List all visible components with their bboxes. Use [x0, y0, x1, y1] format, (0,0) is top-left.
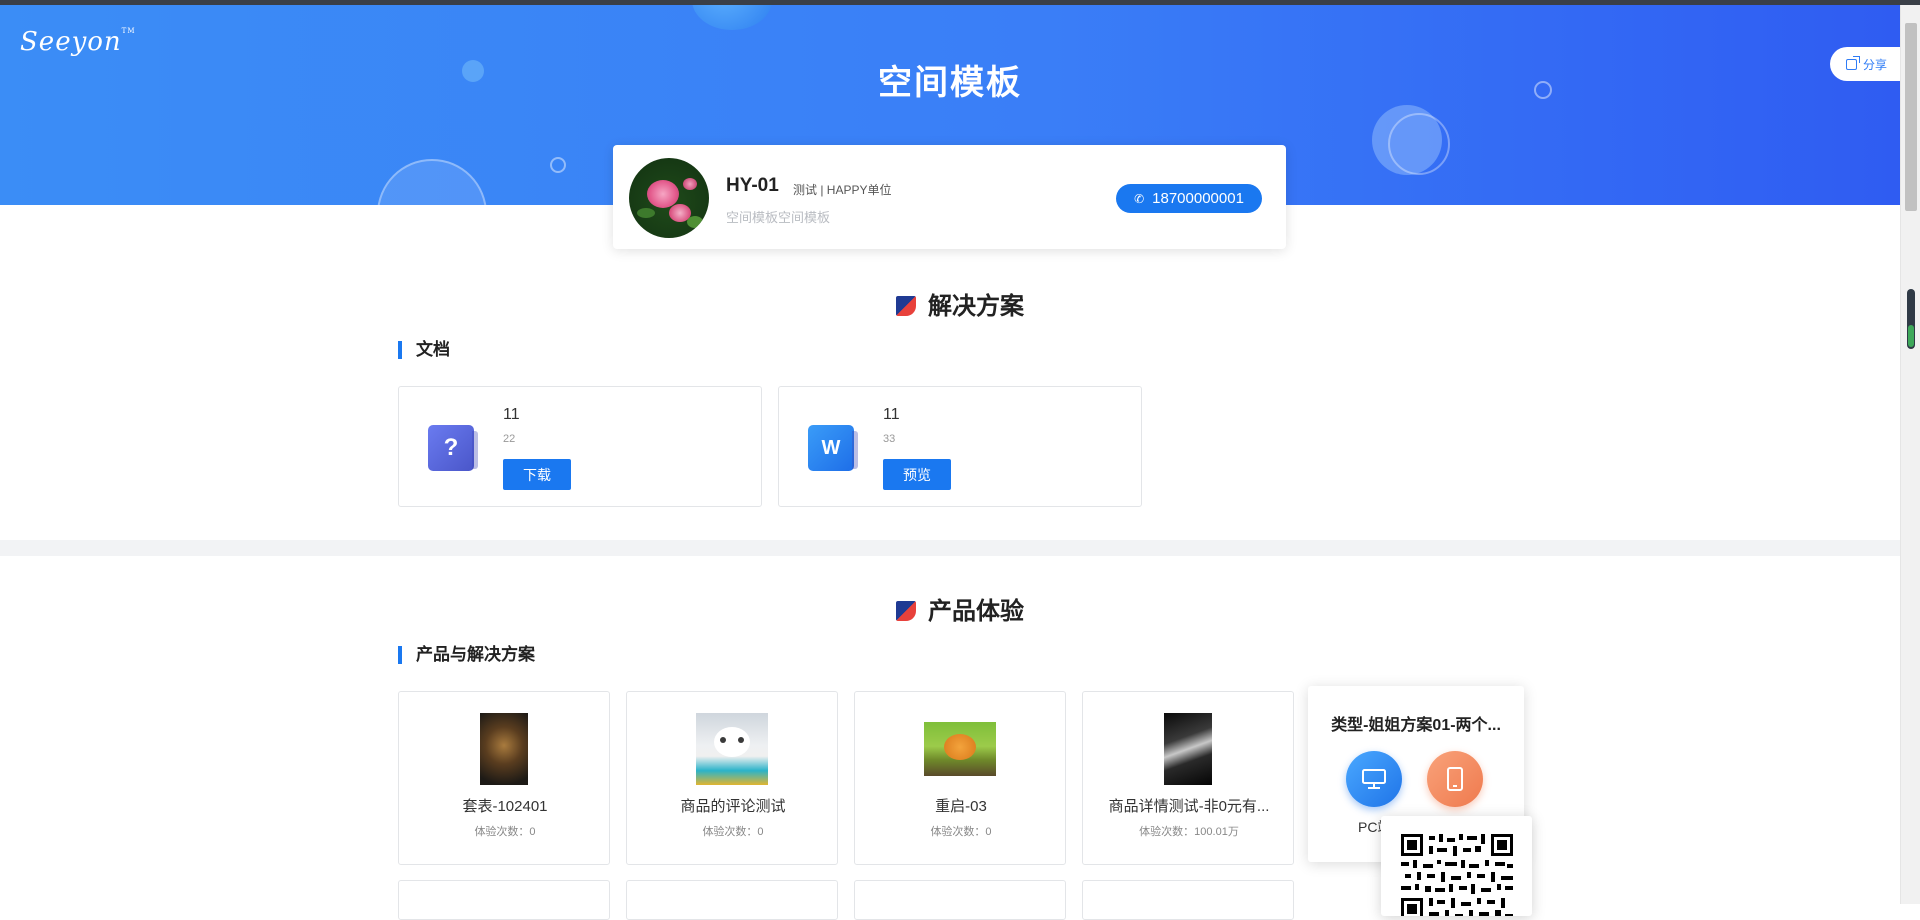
- word-doc-icon: W: [808, 425, 858, 471]
- avatar: [629, 158, 709, 238]
- product-name: 商品的评论测试: [680, 798, 786, 815]
- page-title: 空间模板: [878, 64, 1022, 102]
- profile-description: 空间模板空间模板: [726, 210, 831, 225]
- seeyon-logo: SeeyonTM: [20, 27, 136, 57]
- product-thumbnail: [480, 713, 528, 785]
- phone-button[interactable]: ✆ 18700000001: [1116, 184, 1262, 213]
- doc-title: 11: [503, 406, 520, 423]
- products-section-title: 产品体验: [0, 591, 1920, 626]
- product-thumbnail: [924, 722, 996, 776]
- product-card[interactable]: 商品详情测试-非0元有... 体验次数：100.01万: [1082, 691, 1294, 865]
- solutions-title-text: 解决方案: [928, 293, 1024, 320]
- products-subtitle: 产品与解决方案: [398, 646, 535, 664]
- product-count: 体验次数：0: [930, 826, 992, 838]
- profile-tags: 测试 | HAPPY单位: [793, 183, 892, 197]
- product-card[interactable]: 商品的评论测试 体验次数：0: [626, 691, 838, 865]
- download-button[interactable]: 下载: [503, 459, 571, 490]
- monitor-icon: [1362, 769, 1386, 789]
- product-thumbnail: [696, 713, 768, 785]
- doc-card[interactable]: W 11 33 预览: [778, 386, 1142, 507]
- qr-code-popup: [1381, 816, 1532, 916]
- help-doc-icon: ?: [428, 425, 478, 471]
- scrollbar-thumb[interactable]: [1905, 23, 1917, 211]
- logo-trademark: TM: [121, 27, 136, 35]
- product-name: 重启-03: [935, 798, 987, 815]
- logo-text: Seeyon: [20, 27, 122, 57]
- docs-subtitle: 文档: [398, 341, 450, 359]
- doc-subtitle: 33: [883, 433, 896, 445]
- preview-button[interactable]: 预览: [883, 459, 951, 490]
- share-icon: [1846, 55, 1860, 70]
- qr-code-icon: [1401, 834, 1513, 916]
- solutions-section-title: 解决方案: [0, 286, 1920, 321]
- mobile-experience-button[interactable]: [1427, 751, 1483, 807]
- profile-name: HY-01: [726, 175, 779, 196]
- section-logo-icon: [896, 601, 916, 621]
- popup-title: 类型-姐姐方案01-两个...: [1331, 717, 1501, 734]
- pc-experience-button[interactable]: [1346, 751, 1402, 807]
- doc-title: 11: [883, 406, 900, 423]
- product-card[interactable]: [398, 880, 610, 920]
- side-widget-indicator: [1908, 325, 1914, 347]
- product-card[interactable]: 套表-102401 体验次数：0: [398, 691, 610, 865]
- product-name: 商品详情测试-非0元有...: [1108, 798, 1270, 815]
- phone-icon: ✆: [1134, 191, 1145, 206]
- share-label: 分享: [1863, 57, 1888, 72]
- product-count: 体验次数：0: [702, 826, 764, 838]
- doc-card[interactable]: ? 11 22 下载: [398, 386, 762, 507]
- product-card[interactable]: [1082, 880, 1294, 920]
- product-count: 体验次数：100.01万: [1139, 826, 1239, 838]
- share-button[interactable]: 分享: [1830, 47, 1900, 81]
- phone-number: 18700000001: [1152, 190, 1244, 207]
- section-divider: [0, 540, 1900, 556]
- product-card[interactable]: [854, 880, 1066, 920]
- products-title-text: 产品体验: [928, 598, 1024, 625]
- vertical-scrollbar[interactable]: [1900, 5, 1920, 904]
- product-count: 体验次数：0: [474, 826, 536, 838]
- product-card[interactable]: [626, 880, 838, 920]
- doc-subtitle: 22: [503, 433, 516, 445]
- product-thumbnail: [1164, 713, 1212, 785]
- product-name: 套表-102401: [462, 798, 548, 815]
- mobile-phone-icon: [1447, 767, 1463, 791]
- product-card[interactable]: 重启-03 体验次数：0: [854, 691, 1066, 865]
- profile-card: HY-01 测试 | HAPPY单位 空间模板空间模板 ✆ 1870000000…: [613, 145, 1286, 249]
- section-logo-icon: [896, 296, 916, 316]
